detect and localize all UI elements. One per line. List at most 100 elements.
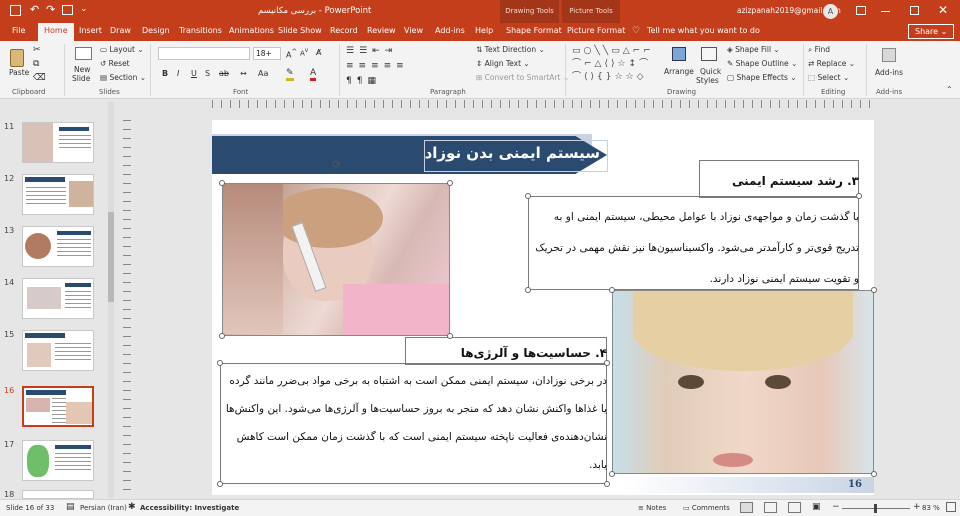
resize-handle[interactable] [856,193,862,199]
rotate-handle[interactable]: ⟳ [332,158,341,171]
zoom-out-icon[interactable]: − [832,502,840,512]
qat-chevron-icon[interactable]: ⌄ [80,4,88,14]
tab-slide-show[interactable]: Slide Show [278,26,322,35]
shape-effects-button[interactable]: ▢ Shape Effects ⌄ [727,73,797,82]
bold-button[interactable]: B [162,69,168,78]
share-button[interactable]: Share ⌄ [908,24,954,39]
highlight-icon[interactable]: ✎ [286,68,294,81]
slide-sorter-icon[interactable] [764,502,777,513]
rtl-buttons[interactable]: ¶¶▦ [346,76,381,86]
tab-record[interactable]: Record [330,26,358,35]
notes-button[interactable]: ≡ Notes [638,504,666,512]
sick-child-photo[interactable] [222,183,450,336]
italic-button[interactable]: I [177,69,179,78]
resize-handle[interactable] [219,333,225,339]
resize-handle[interactable] [447,333,453,339]
resize-handle[interactable] [609,287,615,293]
change-case-icon[interactable]: Aa [258,69,268,78]
tab-add-ins[interactable]: Add-ins [435,26,465,35]
slide-thumbnail[interactable] [22,330,94,371]
slide-thumbnail[interactable] [22,174,94,215]
align-text-button[interactable]: ⇕ Align Text ⌄ [476,59,530,68]
align-buttons[interactable]: ≡≡≡≡≡ [346,61,409,71]
strikethrough-button[interactable]: S [205,69,210,78]
body4-text[interactable]: در برخی نوزادان، سیستم ایمنی ممکن است به… [220,367,607,479]
font-name-combo[interactable] [158,47,250,60]
tab-draw[interactable]: Draw [110,26,131,35]
shadow-button[interactable]: ab [219,69,229,78]
resize-handle[interactable] [609,471,615,477]
heading4-text[interactable]: ۴. حساسیت‌ها و آلرژی‌ها [405,346,607,360]
clear-format-icon[interactable]: A̸ [316,48,321,57]
save-icon[interactable] [10,5,21,16]
maximize-icon[interactable] [910,6,919,15]
arrange-button[interactable] [665,45,693,85]
slide-canvas[interactable]: سیستم ایمنی بدن نوزاد ۳. رشد سیستم ایمنی… [212,120,877,495]
resize-handle[interactable] [447,180,453,186]
list-buttons[interactable]: ☰☰⇤⇥ [346,46,397,56]
zoom-in-icon[interactable]: + [913,502,921,512]
slide-thumbnail[interactable] [22,226,94,267]
copy-icon[interactable]: ⧉ [33,59,39,69]
resize-handle[interactable] [217,360,223,366]
resize-handle[interactable] [219,180,225,186]
language-indicator[interactable]: Persian (Iran) [80,504,127,512]
resize-handle[interactable] [525,193,531,199]
reset-button[interactable]: ↺ Reset [100,59,130,68]
tab-insert[interactable]: Insert [79,26,102,35]
new-slide-button[interactable] [72,45,96,67]
tab-review[interactable]: Review [367,26,396,35]
underline-button[interactable]: U [191,69,197,78]
smartart-button[interactable]: ⊞ Convert to SmartArt ⌄ [476,73,569,82]
undo-icon[interactable]: ↶ [30,3,39,16]
tab-file[interactable]: File [12,26,25,35]
reading-view-icon[interactable] [788,502,801,513]
resize-handle[interactable] [604,481,610,487]
ribbon-display-icon[interactable] [856,6,866,15]
char-spacing-icon[interactable]: ↔ [240,69,247,78]
tell-me-search[interactable]: Tell me what you want to do [647,26,760,35]
grow-font-icon[interactable]: A^ [286,48,297,60]
slide-thumbnail[interactable] [22,278,94,319]
slide-thumbnail-selected[interactable] [22,386,94,427]
resize-handle[interactable] [871,287,877,293]
add-ins-button[interactable] [876,45,902,69]
resize-handle[interactable] [217,481,223,487]
select-button[interactable]: ⬚ Select ⌄ [808,73,849,82]
format-painter-icon[interactable]: ⌫ [33,73,46,83]
shrink-font-icon[interactable]: Av [300,48,308,57]
resize-handle[interactable] [871,471,877,477]
tab-shape-format[interactable]: Shape Format [506,26,562,35]
redo-icon[interactable]: ↷ [46,3,55,16]
shapes-gallery[interactable]: ▭○╲╲▭△⌐⌐ ⌒⌐△⟨⟩☆↕⌒ ⌒⟨⟩{}☆☆◇ [572,45,660,89]
text-direction-button[interactable]: ⇅ Text Direction ⌄ [476,45,545,54]
shape-outline-button[interactable]: ✎ Shape Outline ⌄ [727,59,797,68]
tab-help[interactable]: Help [475,26,493,35]
resize-handle[interactable] [525,287,531,293]
thumbnail-scrollbar[interactable] [108,102,114,498]
shape-fill-button[interactable]: ◈ Shape Fill ⌄ [727,45,780,54]
body3-text[interactable]: با گذشت زمان و مواجهه‌ی نوزاد با عوامل م… [528,202,859,295]
replace-button[interactable]: ⇄ Replace ⌄ [808,59,855,68]
slide-thumbnail[interactable] [22,490,94,499]
find-button[interactable]: ⌕ Find [808,45,830,55]
collapse-ribbon-icon[interactable]: ⌃ [946,85,953,94]
slideshow-view-icon[interactable]: ▣ [812,502,821,512]
normal-view-icon[interactable] [740,502,753,513]
zoom-slider[interactable] [842,504,910,513]
slide-thumbnail[interactable] [22,440,94,481]
tab-picture-format[interactable]: Picture Format [567,26,625,35]
resize-handle[interactable] [604,360,610,366]
font-size-combo[interactable]: 18+ [253,47,281,60]
start-slideshow-icon[interactable] [62,5,73,15]
close-icon[interactable]: ✕ [938,3,948,17]
cut-icon[interactable]: ✂ [33,45,41,55]
fit-slide-icon[interactable] [946,502,956,512]
section-button[interactable]: ▤ Section ⌄ [100,73,146,82]
avatar[interactable]: A [823,4,838,19]
layout-button[interactable]: ▭ Layout ⌄ [100,45,144,54]
font-color-icon[interactable]: A [310,68,317,81]
heading3-text[interactable]: ۳. رشد سیستم ایمنی [699,174,859,188]
slide-thumbnail[interactable] [22,122,94,163]
tab-animations[interactable]: Animations [229,26,274,35]
